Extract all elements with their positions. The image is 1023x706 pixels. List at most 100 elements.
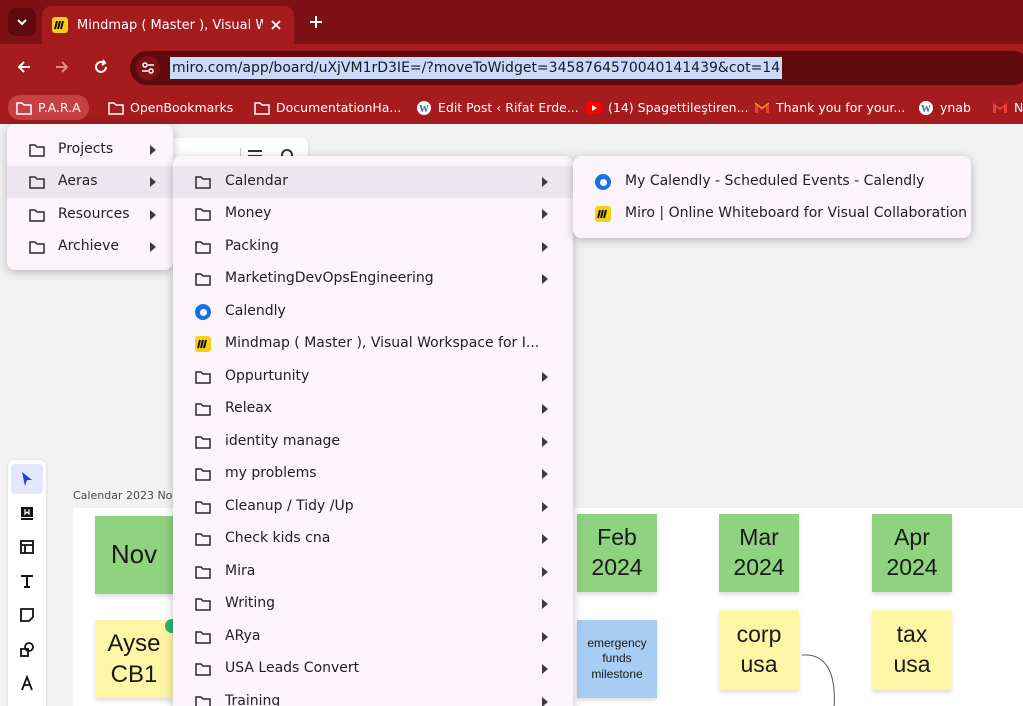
folder-icon [195, 206, 211, 222]
menu-item-marketing[interactable]: MarketingDevOpsEngineering [173, 263, 573, 295]
shapes-tool[interactable] [11, 634, 43, 664]
menu-item-label: MarketingDevOpsEngineering [225, 270, 434, 286]
menu-item-identity-manage[interactable]: identity manage [173, 426, 573, 458]
url-text[interactable]: miro.com/app/board/uXjVM1rD3IE=/?moveToW… [170, 57, 783, 79]
menu-item-usa-leads[interactable]: USA Leads Convert [173, 653, 573, 685]
calendly-icon [595, 174, 611, 190]
menu-item-archieve[interactable]: Archieve [7, 231, 173, 263]
menu-item-label: Mira [225, 563, 256, 579]
menu-item-label: My Calendly - Scheduled Events - Calendl… [625, 173, 925, 189]
folder-icon [195, 434, 211, 450]
submenu-arrow-icon [542, 274, 548, 284]
menu-item-mira[interactable]: Mira [173, 556, 573, 588]
sticky-note-corp[interactable]: corp usa [719, 610, 799, 690]
submenu-arrow-icon [542, 664, 548, 674]
reload-button[interactable] [89, 55, 113, 79]
sticky-note-tool[interactable] [11, 600, 43, 630]
sticky-note-emergency[interactable]: emergency funds milestone [577, 620, 657, 698]
sticky-note-ayse[interactable]: Ayse CB1 [95, 620, 173, 698]
folder-icon [195, 629, 211, 645]
menu-item-my-problems[interactable]: my problems [173, 458, 573, 490]
miro-icon [52, 17, 68, 33]
folder-icon [195, 271, 211, 287]
new-tab-button[interactable] [304, 10, 328, 34]
menu-item-arya[interactable]: ARya [173, 621, 573, 653]
frame-tool[interactable] [11, 532, 43, 562]
tab-search-button[interactable] [8, 8, 36, 36]
menu-item-writing[interactable]: Writing [173, 588, 573, 620]
calendly-icon [195, 304, 211, 320]
back-button[interactable] [12, 55, 36, 79]
bookmark-label: N [1014, 100, 1023, 115]
menu-item-check-kids[interactable]: Check kids cna [173, 523, 573, 555]
bookmark-folder-documentation[interactable]: DocumentationHa... [254, 95, 401, 120]
text-tool[interactable] [11, 566, 43, 596]
site-info-button[interactable] [136, 56, 160, 80]
menu-item-projects[interactable]: Projects [7, 134, 173, 166]
bookmark-folder-para[interactable]: P.A.R.A [8, 95, 89, 120]
creation-toolbar [8, 460, 46, 706]
frame-icon [20, 540, 34, 554]
folder-icon [254, 100, 270, 116]
menu-item-label: Miro | Online Whiteboard for Visual Coll… [625, 205, 968, 221]
menu-item-calendar[interactable]: Calendar [173, 166, 573, 198]
menu-item-label: Calendar [225, 173, 288, 189]
bookmark-ynab[interactable]: W ynab [918, 95, 971, 120]
folder-icon [16, 100, 32, 116]
menu-item-packing[interactable]: Packing [173, 231, 573, 263]
bookmark-label: P.A.R.A [38, 100, 81, 115]
sticky-note-feb[interactable]: Feb 2024 [577, 514, 657, 592]
sticky-note-icon [20, 608, 34, 622]
menu-item-my-calendly[interactable]: My Calendly - Scheduled Events - Calendl… [573, 166, 971, 198]
bookmark-edit-post[interactable]: W Edit Post ‹ Rifat Erde... [416, 95, 579, 120]
menu-item-label: identity manage [225, 433, 341, 449]
sticky-note-apr[interactable]: Apr 2024 [872, 514, 952, 592]
frame-title[interactable]: Calendar 2023 Nov [73, 489, 179, 502]
bookmark-gmail[interactable]: Thank you for your... [754, 95, 905, 120]
close-tab-icon[interactable] [268, 17, 284, 33]
menu-item-label: Resources [58, 206, 130, 222]
select-tool[interactable] [11, 464, 43, 494]
submenu-arrow-icon [542, 242, 548, 252]
sticky-note-mar[interactable]: Mar 2024 [719, 514, 799, 592]
menu-item-label: my problems [225, 465, 317, 481]
menu-item-label: Mindmap ( Master ), Visual Workspace for… [225, 335, 540, 351]
menu-item-money[interactable]: Money [173, 198, 573, 230]
templates-tool[interactable] [11, 498, 43, 528]
connector-line[interactable] [790, 649, 850, 706]
menu-item-label: Training [225, 693, 281, 706]
wordpress-icon: W [416, 100, 432, 116]
plus-icon [310, 16, 322, 28]
shapes-icon [20, 642, 34, 657]
menu-item-calendly-link[interactable]: Calendly [173, 296, 573, 328]
menu-item-releax[interactable]: Releax [173, 393, 573, 425]
bookmarks-bar: P.A.R.A OpenBookmarks DocumentationHa...… [0, 91, 1023, 124]
address-bar[interactable]: miro.com/app/board/uXjVM1rD3IE=/?moveToW… [130, 51, 1023, 85]
submenu-arrow-icon [542, 404, 548, 414]
sticky-note-nov[interactable]: Nov [95, 516, 173, 594]
menu-item-cleanup[interactable]: Cleanup / Tidy /Up [173, 491, 573, 523]
arrow-right-icon [56, 61, 69, 73]
forward-button[interactable] [50, 55, 74, 79]
menu-item-mindmap-link[interactable]: Mindmap ( Master ), Visual Workspace for… [173, 328, 573, 360]
menu-item-miro-whiteboard[interactable]: Miro | Online Whiteboard for Visual Coll… [573, 198, 971, 230]
miro-icon [595, 206, 611, 222]
folder-icon [29, 174, 45, 190]
sticky-note-tax[interactable]: tax usa [872, 610, 952, 690]
folder-icon [195, 531, 211, 547]
bookmark-folder-openbookmarks[interactable]: OpenBookmarks [108, 95, 233, 120]
menu-item-training[interactable]: Training [173, 686, 573, 706]
bookmark-youtube[interactable]: (14) Spagettileştiren... [586, 95, 749, 120]
template-icon [21, 507, 33, 520]
folder-icon [195, 596, 211, 612]
menu-item-oppurtunity[interactable]: Oppurtunity [173, 361, 573, 393]
menu-item-label: Archieve [58, 238, 119, 254]
active-tab[interactable]: Mindmap ( Master ), Visual Workspace for… [42, 6, 294, 44]
bookmark-gmail-2[interactable]: N [992, 95, 1023, 120]
pen-tool[interactable] [11, 668, 43, 698]
bookmark-label: DocumentationHa... [276, 100, 402, 115]
menu-item-aeras[interactable]: Aeras [7, 166, 173, 198]
folder-icon [195, 694, 211, 706]
tab-strip: Mindmap ( Master ), Visual Workspace for… [0, 0, 1023, 44]
menu-item-resources[interactable]: Resources [7, 199, 173, 231]
